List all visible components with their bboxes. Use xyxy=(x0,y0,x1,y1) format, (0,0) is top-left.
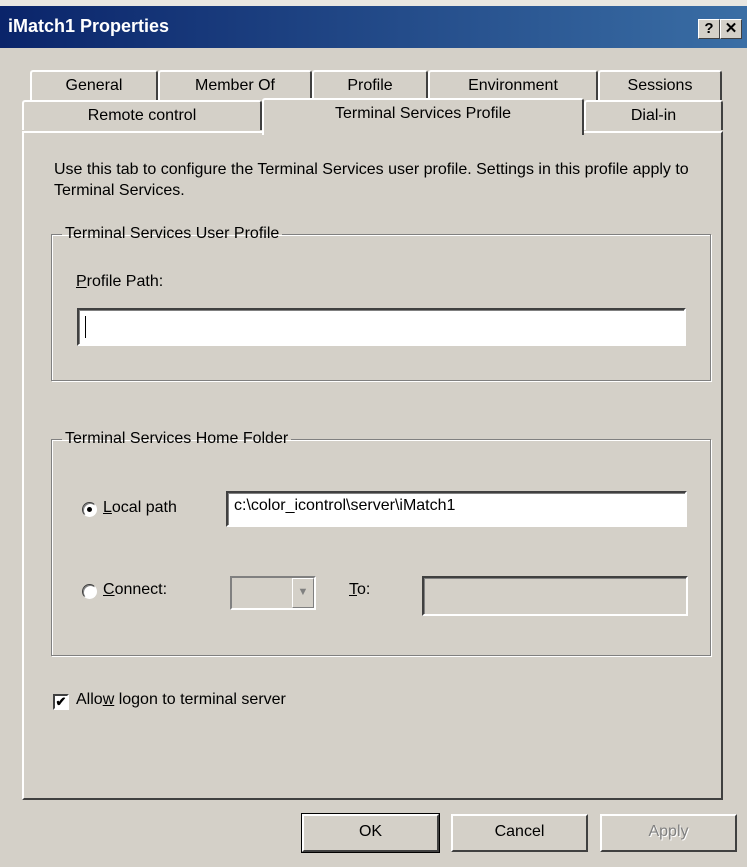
title-bar[interactable]: iMatch1 Properties ? ✕ xyxy=(0,6,747,48)
home-folder-legend: Terminal Services Home Folder xyxy=(65,430,289,447)
tab-sessions[interactable]: Sessions xyxy=(598,70,722,100)
local-path-input[interactable]: c:\color_icontrol\server\iMatch1 xyxy=(226,491,687,527)
local-path-radio[interactable] xyxy=(82,502,97,517)
tab-panel: Use this tab to configure the Terminal S… xyxy=(22,131,723,800)
radio-selected-dot xyxy=(87,507,92,512)
allow-logon-label[interactable]: Allow logon to terminal server xyxy=(76,691,286,709)
profile-path-label: Profile Path: xyxy=(76,273,164,290)
tab-remote-control[interactable]: Remote control xyxy=(22,100,262,130)
user-profile-legend: Terminal Services User Profile xyxy=(65,225,280,242)
ok-button[interactable]: OK xyxy=(301,813,440,853)
home-folder-group: Terminal Services Home Folder xyxy=(51,430,711,656)
tab-member-of[interactable]: Member Of xyxy=(158,70,312,100)
chevron-down-icon[interactable]: ▼ xyxy=(292,578,314,608)
apply-button[interactable]: Apply xyxy=(600,814,737,852)
connect-drive-select[interactable]: ▼ xyxy=(230,576,316,610)
window-title: iMatch1 Properties xyxy=(8,16,170,36)
tab-dial-in[interactable]: Dial-in xyxy=(584,100,723,130)
tab-profile[interactable]: Profile xyxy=(312,70,428,100)
tab-terminal-services-profile[interactable]: Terminal Services Profile xyxy=(262,98,584,135)
cancel-button[interactable]: Cancel xyxy=(451,814,588,852)
tab-general[interactable]: General xyxy=(30,70,158,100)
text-caret xyxy=(85,316,86,338)
close-button[interactable]: ✕ xyxy=(720,19,742,39)
help-button[interactable]: ? xyxy=(698,19,720,39)
to-label: To: xyxy=(349,581,371,598)
connect-to-input[interactable] xyxy=(422,576,688,616)
profile-path-input[interactable] xyxy=(77,308,686,346)
intro-text: Use this tab to configure the Terminal S… xyxy=(54,161,689,199)
connect-radio[interactable] xyxy=(82,584,97,599)
connect-label[interactable]: Connect: xyxy=(103,581,167,599)
user-profile-group: Terminal Services User Profile xyxy=(51,225,711,381)
local-path-label[interactable]: Local path xyxy=(103,499,177,517)
tab-environment[interactable]: Environment xyxy=(428,70,598,100)
allow-logon-checkbox[interactable]: ✔ xyxy=(53,694,69,710)
